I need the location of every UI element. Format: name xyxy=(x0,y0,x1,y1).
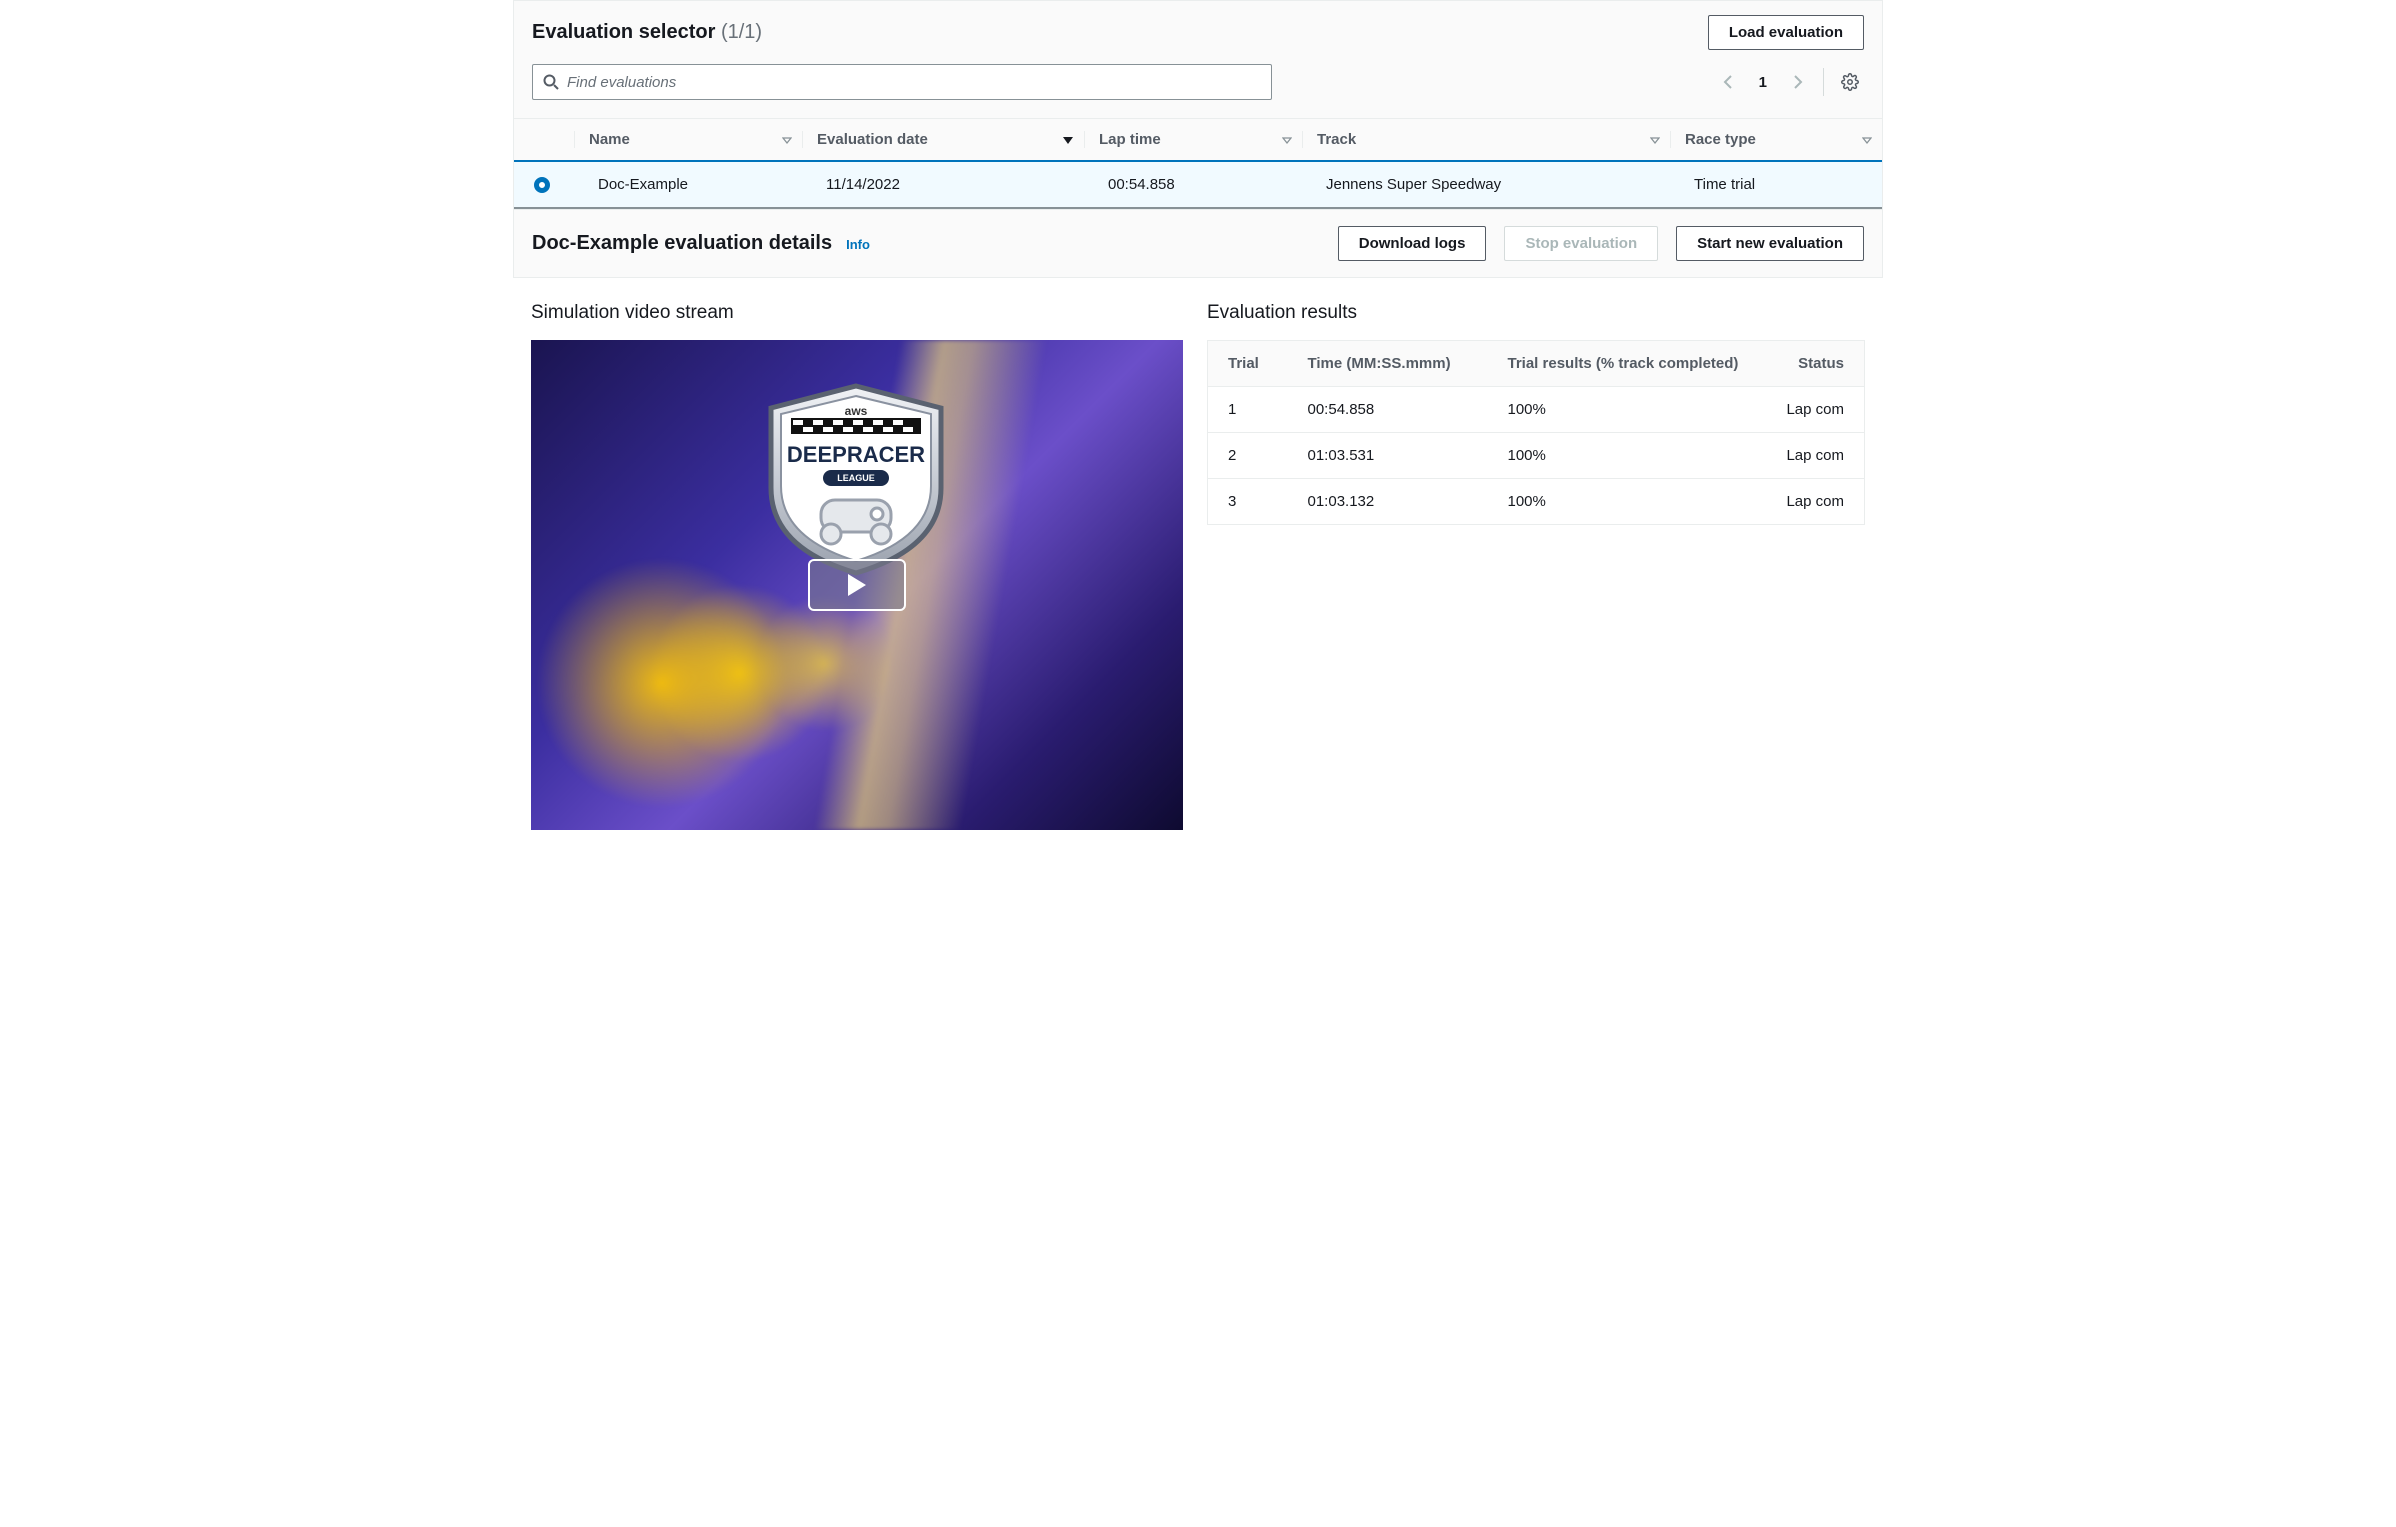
results-row: 100:54.858100%Lap com xyxy=(1208,387,1865,433)
sort-icon xyxy=(782,135,792,145)
start-new-evaluation-button[interactable]: Start new evaluation xyxy=(1676,226,1864,261)
cell-pct: 100% xyxy=(1488,433,1767,479)
page-number: 1 xyxy=(1749,74,1777,91)
col-status: Status xyxy=(1766,341,1864,387)
results-table: Trial Time (MM:SS.mmm) Trial results (% … xyxy=(1207,340,1865,525)
details-title: Doc-Example evaluation details xyxy=(532,232,832,255)
table-row[interactable]: Doc-Example 11/14/2022 00:54.858 Jennens… xyxy=(514,161,1882,208)
stop-evaluation-button: Stop evaluation xyxy=(1504,226,1658,261)
search-input-wrapper[interactable] xyxy=(532,64,1272,100)
play-button[interactable] xyxy=(808,559,906,611)
col-pct: Trial results (% track completed) xyxy=(1488,341,1767,387)
sort-icon xyxy=(1650,135,1660,145)
results-heading: Evaluation results xyxy=(1207,302,1865,324)
sort-icon xyxy=(1282,135,1292,145)
download-logs-button[interactable]: Download logs xyxy=(1338,226,1487,261)
cell-time: 01:03.531 xyxy=(1288,433,1488,479)
cell-date: 11/14/2022 xyxy=(802,161,1084,208)
sort-icon xyxy=(1862,135,1872,145)
deepracer-shield-icon: aws DEEPRACER LEAGUE xyxy=(751,378,961,578)
results-row: 201:03.531100%Lap com xyxy=(1208,433,1865,479)
results-row: 301:03.132100%Lap com xyxy=(1208,479,1865,525)
svg-text:DEEPRACER: DEEPRACER xyxy=(787,442,925,467)
col-race[interactable]: Race type xyxy=(1670,119,1882,162)
col-trial: Trial xyxy=(1208,341,1288,387)
cell-trial: 1 xyxy=(1208,387,1288,433)
evaluations-table: Name Evaluation date Lap time Track Race… xyxy=(514,118,1882,209)
cell-lap: 00:54.858 xyxy=(1084,161,1302,208)
search-icon xyxy=(543,74,559,90)
video-heading: Simulation video stream xyxy=(531,302,1183,324)
col-date[interactable]: Evaluation date xyxy=(802,119,1084,162)
row-radio[interactable] xyxy=(534,177,550,193)
col-track[interactable]: Track xyxy=(1302,119,1670,162)
cell-pct: 100% xyxy=(1488,479,1767,525)
prev-page-button[interactable] xyxy=(1715,68,1743,96)
sort-icon-active xyxy=(1062,135,1074,145)
cell-trial: 3 xyxy=(1208,479,1288,525)
pagination: 1 xyxy=(1715,68,1864,96)
video-player[interactable]: aws DEEPRACER LEAGUE xyxy=(531,340,1183,830)
cell-status: Lap com xyxy=(1766,433,1864,479)
next-page-button[interactable] xyxy=(1783,68,1811,96)
selector-title: Evaluation selector (1/1) xyxy=(532,21,762,44)
cell-status: Lap com xyxy=(1766,387,1864,433)
cell-pct: 100% xyxy=(1488,387,1767,433)
cell-time: 00:54.858 xyxy=(1288,387,1488,433)
search-input[interactable] xyxy=(559,74,1261,91)
col-name[interactable]: Name xyxy=(574,119,802,162)
col-lap[interactable]: Lap time xyxy=(1084,119,1302,162)
settings-button[interactable] xyxy=(1836,68,1864,96)
info-link[interactable]: Info xyxy=(846,237,870,252)
divider xyxy=(1823,68,1824,96)
selector-title-text: Evaluation selector xyxy=(532,21,715,43)
selector-count: (1/1) xyxy=(721,21,762,43)
cell-trial: 2 xyxy=(1208,433,1288,479)
col-select xyxy=(514,119,574,162)
cell-track: Jennens Super Speedway xyxy=(1302,161,1670,208)
svg-text:LEAGUE: LEAGUE xyxy=(837,473,875,483)
cell-time: 01:03.132 xyxy=(1288,479,1488,525)
cell-name: Doc-Example xyxy=(574,161,802,208)
play-icon xyxy=(848,574,866,596)
cell-status: Lap com xyxy=(1766,479,1864,525)
cell-race: Time trial xyxy=(1670,161,1882,208)
col-time: Time (MM:SS.mmm) xyxy=(1288,341,1488,387)
load-evaluation-button[interactable]: Load evaluation xyxy=(1708,15,1864,50)
svg-text:aws: aws xyxy=(845,404,868,418)
